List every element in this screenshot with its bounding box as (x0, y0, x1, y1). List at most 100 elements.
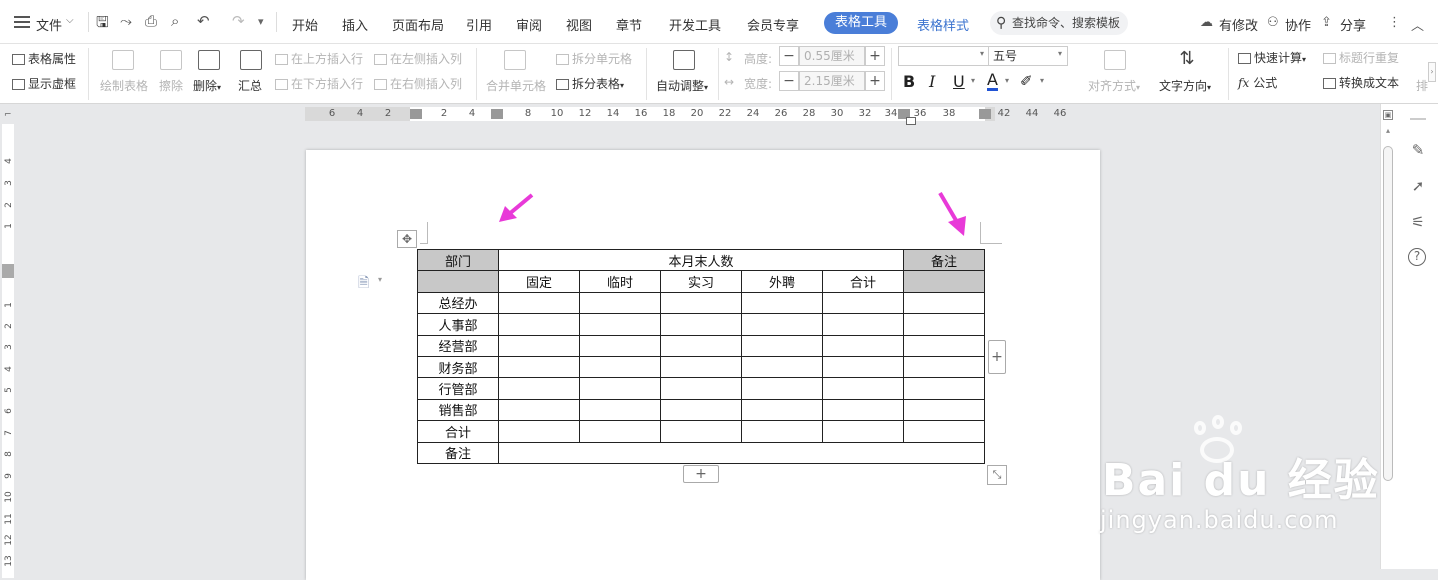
split-cells-button[interactable]: 拆分单元格 (556, 50, 632, 67)
insert-row-above-button[interactable]: 在上方插入行 (275, 50, 363, 67)
save-icon[interactable]: 🖫 (96, 12, 109, 37)
table-cell[interactable]: 人事部 (417, 313, 499, 336)
table-cell[interactable] (822, 313, 904, 336)
table-cell[interactable] (903, 398, 985, 422)
more-options-icon[interactable]: ⋮ (1388, 15, 1401, 30)
chevron-down-icon[interactable]: ▾ (1058, 49, 1062, 58)
tab-chapter[interactable]: 章节 (616, 15, 642, 34)
table-cell[interactable]: 财务部 (417, 355, 499, 379)
command-search[interactable]: ⚲ 查找命令、搜索模板 (990, 11, 1128, 35)
width-increase-button[interactable]: + (865, 71, 885, 91)
text-direction-button[interactable]: 文字方向▾ (1159, 77, 1211, 94)
department-headcount-table[interactable]: 部门 本月末人数 备注 固定 临时 实习 外聘 合计 总经办 人事部 经营部 财… (417, 248, 985, 464)
table-cell[interactable] (741, 313, 823, 336)
height-decrease-button[interactable]: − (779, 46, 799, 66)
table-cell[interactable] (498, 420, 580, 443)
table-cell[interactable]: 固定 (498, 270, 580, 293)
table-cell[interactable] (498, 398, 580, 422)
add-row-button[interactable]: + (683, 465, 719, 483)
table-cell[interactable] (822, 420, 904, 443)
table-cell[interactable] (579, 313, 661, 336)
auto-fit-button[interactable]: 自动调整▾ (656, 77, 708, 94)
table-cell[interactable] (660, 420, 742, 443)
height-field[interactable]: 0.55厘米 (799, 46, 865, 66)
table-cell[interactable]: 经营部 (417, 334, 499, 357)
merge-cells-button[interactable]: 合并单元格 (486, 77, 546, 94)
table-cell[interactable]: 行管部 (417, 377, 499, 400)
scroll-up-icon[interactable]: ▴ (1383, 126, 1393, 136)
table-cell[interactable] (579, 291, 661, 315)
summary-button[interactable]: 汇总 (238, 77, 262, 94)
underline-icon[interactable]: U (953, 72, 965, 91)
show-gridlines-button[interactable]: 显示虚框 (12, 75, 76, 92)
table-cell[interactable] (660, 377, 742, 400)
table-cell[interactable]: 外聘 (741, 270, 823, 293)
collapse-ribbon-icon[interactable]: ︿ (1411, 15, 1424, 34)
table-cell[interactable] (741, 377, 823, 400)
print-icon[interactable]: ⎙ (145, 12, 157, 30)
italic-icon[interactable]: I (929, 72, 935, 91)
print-preview-icon[interactable]: ⌕ (171, 12, 179, 30)
table-cell[interactable] (822, 398, 904, 422)
table-cell[interactable] (822, 355, 904, 379)
table-cell[interactable]: 部门 (417, 248, 499, 272)
table-cell[interactable] (741, 334, 823, 357)
table-cell[interactable]: 备注 (903, 248, 985, 272)
help-icon[interactable]: ? (1408, 248, 1426, 266)
insert-col-right-button[interactable]: 在右侧插入列 (374, 75, 462, 92)
font-name-select[interactable] (898, 46, 990, 66)
table-cell[interactable] (498, 334, 580, 357)
modified-status[interactable]: 有修改 (1219, 15, 1258, 34)
insert-col-left-button[interactable]: 在左侧插入列 (374, 50, 462, 67)
tab-table-tools[interactable]: 表格工具 (824, 12, 898, 34)
title-row-repeat-button[interactable]: 标题行重复 (1323, 49, 1399, 66)
height-increase-button[interactable]: + (865, 46, 885, 66)
split-table-button[interactable]: 拆分表格▾ (556, 75, 624, 92)
chevron-down-icon[interactable]: ▾ (971, 76, 975, 85)
chevron-down-icon[interactable]: ▾ (1040, 76, 1044, 85)
table-cell[interactable] (903, 334, 985, 357)
split-view-icon[interactable]: ▣ (1383, 110, 1393, 120)
tab-insert[interactable]: 插入 (342, 15, 368, 34)
table-cell[interactable] (822, 291, 904, 315)
tab-references[interactable]: 引用 (466, 15, 492, 34)
table-cell[interactable] (660, 313, 742, 336)
chevron-down-icon[interactable]: ▾ (1005, 76, 1009, 85)
cursor-select-icon[interactable]: ➚ (1408, 176, 1428, 196)
draw-table-button[interactable]: 绘制表格 (100, 77, 148, 94)
table-cell[interactable] (903, 313, 985, 336)
table-cell[interactable] (822, 377, 904, 400)
table-cell[interactable] (498, 355, 580, 379)
table-cell[interactable] (579, 420, 661, 443)
quick-access-more-icon[interactable]: ▾ (258, 15, 264, 28)
align-button[interactable]: 对齐方式▾ (1088, 77, 1140, 94)
table-cell[interactable] (903, 291, 985, 315)
table-cell[interactable]: 合计 (417, 420, 499, 443)
table-cell[interactable] (660, 398, 742, 422)
share-button[interactable]: 分享 (1340, 15, 1366, 34)
table-cell[interactable]: 销售部 (417, 398, 499, 422)
highlight-icon[interactable]: ✐ (1020, 72, 1033, 90)
chevron-down-icon[interactable]: ▾ (980, 49, 984, 58)
table-cell[interactable] (822, 334, 904, 357)
column-marker[interactable] (491, 109, 503, 119)
export-icon[interactable]: ⤳ (120, 12, 132, 30)
table-cell[interactable]: 实习 (660, 270, 742, 293)
redo-icon[interactable]: ↷ (232, 12, 245, 30)
delete-button[interactable]: 删除▾ (193, 77, 221, 94)
convert-to-text-button[interactable]: 转换成文本 (1323, 74, 1399, 91)
table-cell[interactable] (903, 420, 985, 443)
table-properties-button[interactable]: 表格属性 (12, 50, 76, 67)
table-cell[interactable] (579, 334, 661, 357)
collaborate-button[interactable]: 协作 (1285, 15, 1311, 34)
table-cell[interactable] (417, 270, 499, 293)
table-cell[interactable] (903, 355, 985, 379)
ruler-row-marker[interactable] (2, 264, 14, 278)
table-cell[interactable] (660, 334, 742, 357)
formula-button[interactable]: fx 公式 (1238, 74, 1277, 91)
tab-table-style[interactable]: 表格样式 (917, 15, 969, 34)
font-size-select[interactable]: 五号 (988, 46, 1068, 66)
erase-button[interactable]: 擦除 (159, 77, 183, 94)
column-marker[interactable] (410, 109, 422, 119)
table-cell[interactable] (498, 313, 580, 336)
